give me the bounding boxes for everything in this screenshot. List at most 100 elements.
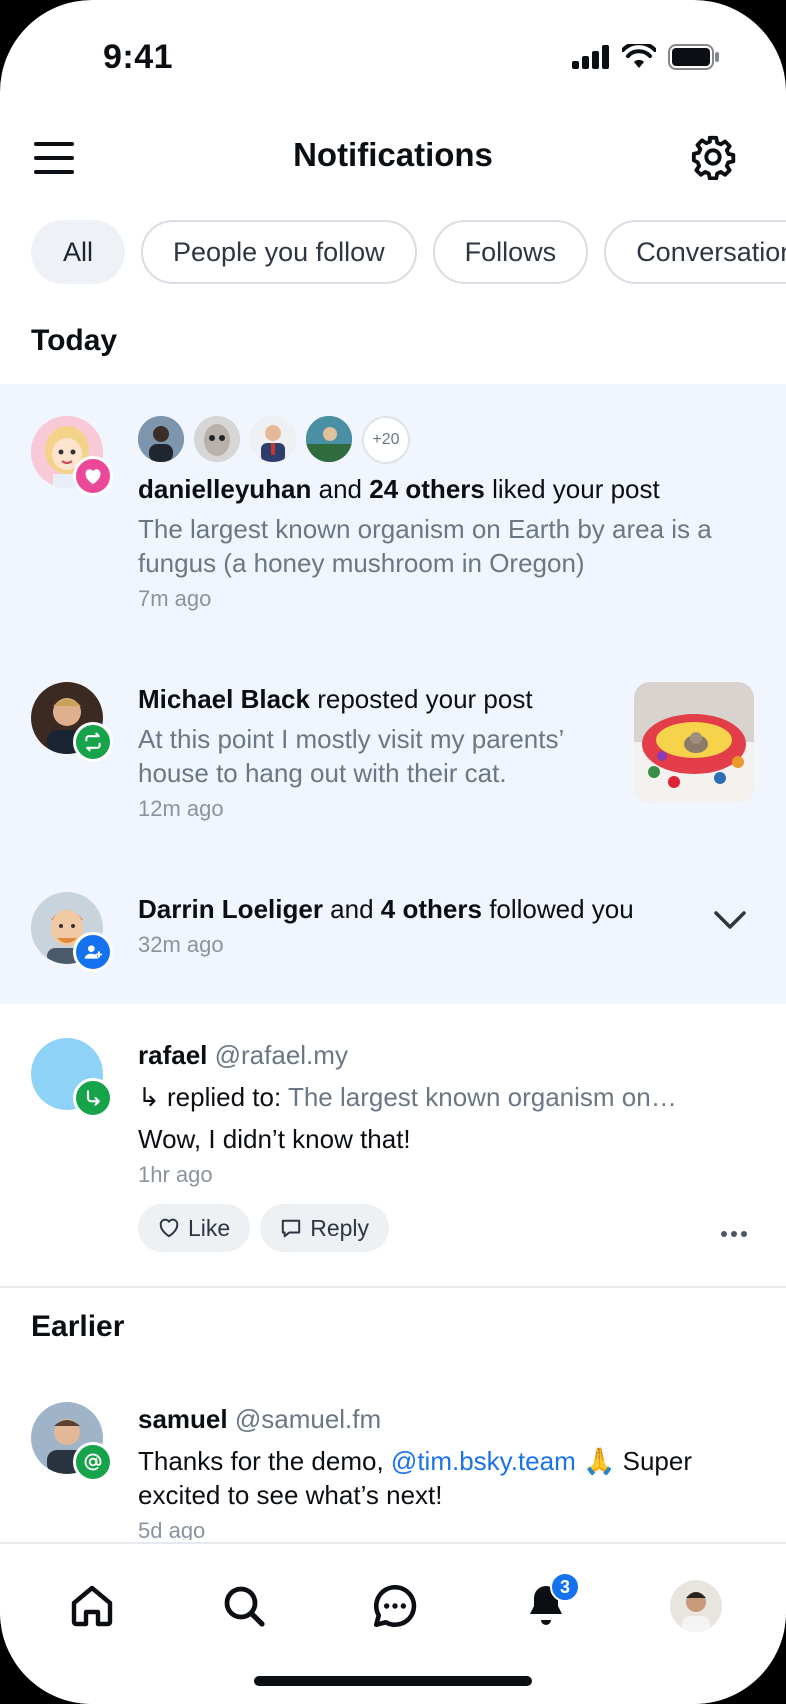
chevron-down-icon [714,911,746,929]
timestamp: 12m ago [138,796,224,821]
notification-like[interactable]: +20 danielleyuhan and 24 others liked yo… [0,384,786,624]
post-snippet[interactable]: The largest known organism on Earth by a… [138,512,746,580]
actor-name[interactable]: Darrin Loeliger [138,894,323,924]
mention-text: Thanks for the demo, @tim.bsky.team 🙏 Su… [138,1444,746,1512]
gear-icon [691,135,736,181]
notification-content: +20 danielleyuhan and 24 others liked yo… [138,416,746,612]
actor-name[interactable]: samuel [138,1404,228,1434]
add-person-icon [84,945,103,959]
profile-photo [670,1580,722,1632]
timestamp: 7m ago [138,586,212,611]
action-text: liked your post [492,474,660,504]
status-time: 9:41 [103,38,174,76]
section-divider [0,1286,786,1288]
notification-text: Michael Black reposted your post [138,682,586,716]
at-sign-icon [84,1453,102,1471]
status-icons [572,44,720,70]
repost-icon [85,732,101,752]
actor-name[interactable]: danielleyuhan [138,474,311,504]
connector-text: and [318,474,363,504]
notification-text: Darrin Loeliger and 4 others followed yo… [138,892,676,926]
actor-name[interactable]: rafael [138,1040,207,1070]
post-thumbnail[interactable] [634,682,754,802]
connector-text: and [330,894,374,924]
nav-profile[interactable] [668,1578,724,1634]
like-button[interactable]: Like [138,1204,251,1252]
actor-name[interactable]: Michael Black [138,684,310,714]
timestamp: 5d ago [138,1518,206,1540]
notification-content: Darrin Loeliger and 4 others followed yo… [138,892,676,958]
wifi-icon [622,44,656,68]
section-earlier: Earlier [31,1310,125,1343]
nav-search[interactable] [216,1578,272,1634]
others-count[interactable]: 4 others [381,894,482,924]
reply-button[interactable]: Reply [260,1204,390,1252]
notification-content: rafael @rafael.my ↳ replied to: The larg… [138,1038,746,1252]
timestamp: 32m ago [138,932,224,957]
post-snippet[interactable]: At this point I mostly visit my parents’… [138,722,586,790]
notification-content: samuel @samuel.fm Thanks for the demo, @… [138,1402,746,1540]
reply-label: Reply [310,1214,370,1241]
search-icon [224,1586,265,1627]
more-options-button[interactable] [716,1222,752,1246]
author-line: rafael @rafael.my [138,1038,746,1072]
tab-conversations[interactable]: Conversations [604,220,786,284]
section-today: Today [31,324,118,357]
notification-count-badge: 3 [550,1572,580,1602]
tab-all[interactable]: All [31,220,126,284]
follow-badge [73,932,113,972]
battery-icon [668,44,719,70]
repost-badge [73,722,113,762]
author-line: samuel @samuel.fm [138,1402,746,1436]
settings-button[interactable] [690,134,736,181]
signal-icon [572,45,609,69]
mention-text-before: Thanks for the demo, [138,1446,384,1476]
actor-handle[interactable]: @samuel.fm [235,1404,381,1434]
nav-notifications[interactable]: 3 [518,1572,580,1634]
nav-messages[interactable] [367,1578,423,1634]
nav-home[interactable] [64,1578,120,1634]
reply-prefix: ↳ replied to: [138,1082,282,1112]
notification-mention[interactable]: samuel @samuel.fm Thanks for the demo, @… [0,1380,786,1540]
mini-avatar[interactable] [250,416,296,462]
profile-avatar [670,1580,722,1632]
home-indicator [254,1676,532,1686]
ellipsis-icon [721,1231,747,1237]
reply-badge [73,1078,113,1118]
like-badge [73,456,113,496]
tab-people-you-follow[interactable]: People you follow [141,220,417,284]
more-likers-count[interactable]: +20 [362,416,410,464]
mini-avatar[interactable] [306,416,352,462]
phone-screen: 9:41 Notifications All People you follow… [0,0,786,1704]
heart-icon [85,469,101,485]
notification-follow[interactable]: Darrin Loeliger and 4 others followed yo… [0,880,786,1004]
heart-outline-icon [159,1218,179,1238]
page-title: Notifications [293,136,493,173]
mini-avatar-photo [250,416,296,462]
mention-link[interactable]: @tim.bsky.team [391,1446,576,1476]
notification-content: Michael Black reposted your post At this… [138,682,586,822]
filter-tabs: All People you follow Follows Conversati… [31,220,786,284]
notification-repost[interactable]: Michael Black reposted your post At this… [0,664,786,834]
expand-button[interactable] [710,900,750,940]
app-header: Notifications [0,120,786,196]
mini-avatar-photo [306,416,352,462]
others-count[interactable]: 24 others [369,474,485,504]
notification-text: danielleyuhan and 24 others liked your p… [138,472,746,506]
reply-target[interactable]: The largest known organism on… [288,1082,677,1112]
tab-follows[interactable]: Follows [432,220,589,284]
home-icon [71,1585,113,1627]
reply-arrow-icon [86,1090,100,1106]
mini-avatar[interactable] [194,416,240,462]
actor-handle[interactable]: @rafael.my [215,1040,348,1070]
timestamp: 1hr ago [138,1162,213,1187]
speech-bubble-icon [282,1219,301,1238]
notification-reply[interactable]: rafael @rafael.my ↳ replied to: The larg… [0,1004,786,1286]
mini-avatar[interactable] [138,416,184,462]
mini-avatar-photo [194,416,240,462]
cat-photo [634,682,754,802]
liker-avatars: +20 [138,416,746,464]
like-label: Like [188,1214,231,1241]
mini-avatar-photo [138,416,184,462]
chat-bubble-icon [373,1584,417,1628]
